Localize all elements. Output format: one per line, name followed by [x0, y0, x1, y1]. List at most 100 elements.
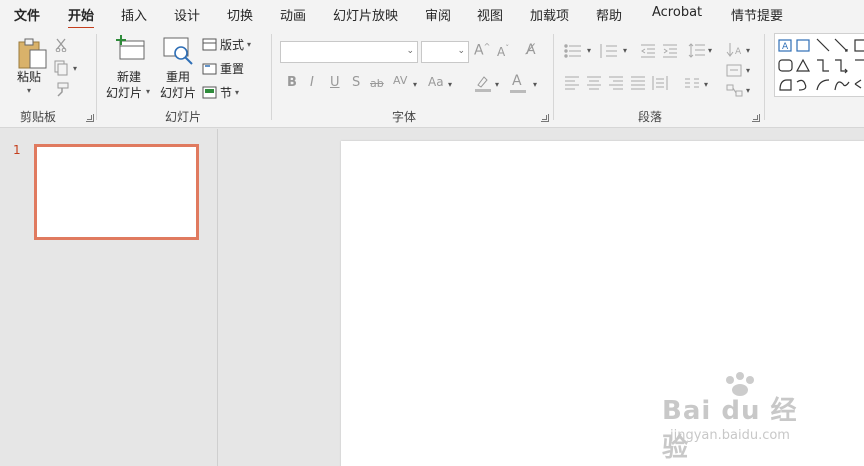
format-painter-icon[interactable]: [54, 82, 70, 98]
clipboard-launcher-icon[interactable]: [86, 114, 94, 122]
slide-thumbnails-pane: 1: [0, 129, 218, 466]
reset-icon: [202, 63, 217, 75]
underline-icon[interactable]: U: [330, 76, 340, 89]
svg-text:A: A: [782, 42, 789, 52]
section-icon: [202, 86, 217, 99]
align-center-icon[interactable]: [586, 76, 602, 90]
layout-label: 版式: [220, 38, 245, 52]
tab-home[interactable]: 开始: [68, 5, 95, 30]
svg-text:A: A: [735, 47, 742, 57]
smartart-dropdown-icon[interactable]: ▾: [746, 86, 750, 95]
baidu-watermark: Bai du 经验 jingyan.baidu.com: [662, 372, 822, 463]
reuse-slides-label-1[interactable]: 重用: [166, 68, 190, 85]
new-slide-label-2[interactable]: 幻灯片: [106, 84, 142, 101]
text-direction-icon[interactable]: A: [726, 42, 744, 58]
char-spacing-icon[interactable]: AV: [393, 75, 407, 86]
shapes-icon: A: [778, 38, 864, 91]
font-group-label: 字体: [392, 110, 417, 124]
font-launcher-icon[interactable]: [541, 114, 549, 122]
text-shadow-icon[interactable]: S: [352, 76, 360, 89]
copy-icon[interactable]: [53, 60, 69, 76]
strikethrough-icon[interactable]: ab: [370, 78, 384, 89]
section-label: 节: [220, 86, 233, 100]
increase-indent-icon[interactable]: [662, 44, 678, 58]
justify-icon[interactable]: [630, 76, 646, 90]
new-slide-label-1[interactable]: 新建: [117, 68, 141, 85]
grow-font-icon[interactable]: A^: [474, 43, 490, 58]
change-case-icon[interactable]: Aa: [428, 76, 444, 88]
bold-icon[interactable]: B: [287, 76, 297, 89]
slide-number: 1: [13, 143, 21, 157]
font-size-dropdown-icon[interactable]: ⌄: [457, 46, 465, 56]
char-spacing-dropdown-icon[interactable]: ▾: [413, 80, 417, 89]
highlight-icon[interactable]: [474, 74, 492, 92]
shapes-gallery[interactable]: A: [774, 33, 864, 97]
bullets-icon[interactable]: [564, 44, 582, 58]
clipboard-group-label: 剪贴板: [20, 110, 57, 124]
reuse-slides-label-2[interactable]: 幻灯片: [160, 84, 196, 101]
paragraph-launcher-icon[interactable]: [752, 114, 760, 122]
slide-thumbnail[interactable]: [34, 144, 199, 240]
align-text-dropdown-icon[interactable]: ▾: [746, 66, 750, 75]
tab-addins[interactable]: 加载项: [530, 5, 569, 24]
layout-button[interactable]: 版式 ▾: [202, 36, 251, 53]
slides-group-label: 幻灯片: [165, 110, 202, 124]
tab-help[interactable]: 帮助: [596, 5, 622, 24]
tab-slideshow[interactable]: 幻灯片放映: [333, 5, 398, 24]
text-direction-dropdown-icon[interactable]: ▾: [746, 46, 750, 55]
separator: [96, 34, 97, 120]
paste-icon[interactable]: [16, 36, 48, 70]
separator: [764, 34, 765, 120]
numbering-dropdown-icon[interactable]: ▾: [623, 46, 627, 55]
font-color-dropdown-icon[interactable]: ▾: [533, 80, 537, 89]
paste-dropdown-icon[interactable]: ▾: [27, 86, 31, 95]
bullets-dropdown-icon[interactable]: ▾: [587, 46, 591, 55]
line-spacing-dropdown-icon[interactable]: ▾: [708, 46, 712, 55]
layout-icon: [202, 38, 217, 51]
cut-icon[interactable]: [55, 38, 69, 52]
tab-insert[interactable]: 插入: [121, 5, 147, 24]
section-button[interactable]: 节 ▾: [202, 84, 239, 101]
font-name-input[interactable]: ⌄: [280, 41, 418, 63]
reset-label: 重置: [220, 62, 245, 76]
tab-acrobat[interactable]: Acrobat: [652, 5, 702, 20]
separator: [553, 34, 554, 120]
smartart-icon[interactable]: [726, 84, 744, 98]
paragraph-group-label: 段落: [638, 110, 663, 124]
ribbon: 粘贴 ▾ ▾ 剪贴板 新建 幻灯片 ▾ 重用 幻灯片 版式 ▾ 重置 节 ▾ 幻…: [0, 28, 864, 128]
tab-animations[interactable]: 动画: [280, 5, 306, 24]
copy-dropdown-icon[interactable]: ▾: [73, 64, 77, 73]
clear-formatting-icon[interactable]: A̸: [526, 43, 536, 57]
tab-review[interactable]: 审阅: [425, 5, 451, 24]
tab-file[interactable]: 文件: [14, 5, 40, 24]
menu-bar: 文件 开始 插入 设计 切换 动画 幻灯片放映 审阅 视图 加载项 帮助 Acr…: [0, 0, 864, 30]
align-text-icon[interactable]: [726, 64, 744, 78]
new-slide-dropdown-icon[interactable]: ▾: [146, 87, 150, 96]
tab-storyboard[interactable]: 情节提要: [731, 5, 783, 24]
layout-dropdown-icon: ▾: [247, 40, 252, 49]
highlight-dropdown-icon[interactable]: ▾: [495, 80, 499, 89]
font-size-input[interactable]: ⌄: [421, 41, 469, 63]
separator: [271, 34, 272, 120]
font-color-icon[interactable]: A: [512, 74, 522, 88]
columns-dropdown-icon[interactable]: ▾: [704, 80, 708, 89]
change-case-dropdown-icon[interactable]: ▾: [448, 80, 452, 89]
distributed-icon[interactable]: [652, 76, 668, 90]
line-spacing-icon[interactable]: [688, 43, 706, 59]
tab-design[interactable]: 设计: [174, 5, 200, 24]
font-name-dropdown-icon[interactable]: ⌄: [406, 46, 414, 56]
tab-transitions[interactable]: 切换: [227, 5, 253, 24]
new-slide-icon[interactable]: [114, 35, 146, 63]
columns-icon[interactable]: [684, 78, 700, 88]
reuse-slides-icon[interactable]: [162, 36, 196, 66]
numbering-icon[interactable]: [600, 44, 618, 58]
italic-icon[interactable]: I: [310, 76, 314, 89]
align-right-icon[interactable]: [608, 76, 624, 90]
paste-label[interactable]: 粘贴: [17, 68, 41, 85]
watermark-main: Bai du 经验: [662, 396, 798, 463]
tab-view[interactable]: 视图: [477, 5, 503, 24]
reset-button[interactable]: 重置: [202, 60, 244, 77]
align-left-icon[interactable]: [564, 76, 580, 90]
decrease-indent-icon[interactable]: [640, 44, 656, 58]
shrink-font-icon[interactable]: Aˇ: [497, 45, 509, 59]
